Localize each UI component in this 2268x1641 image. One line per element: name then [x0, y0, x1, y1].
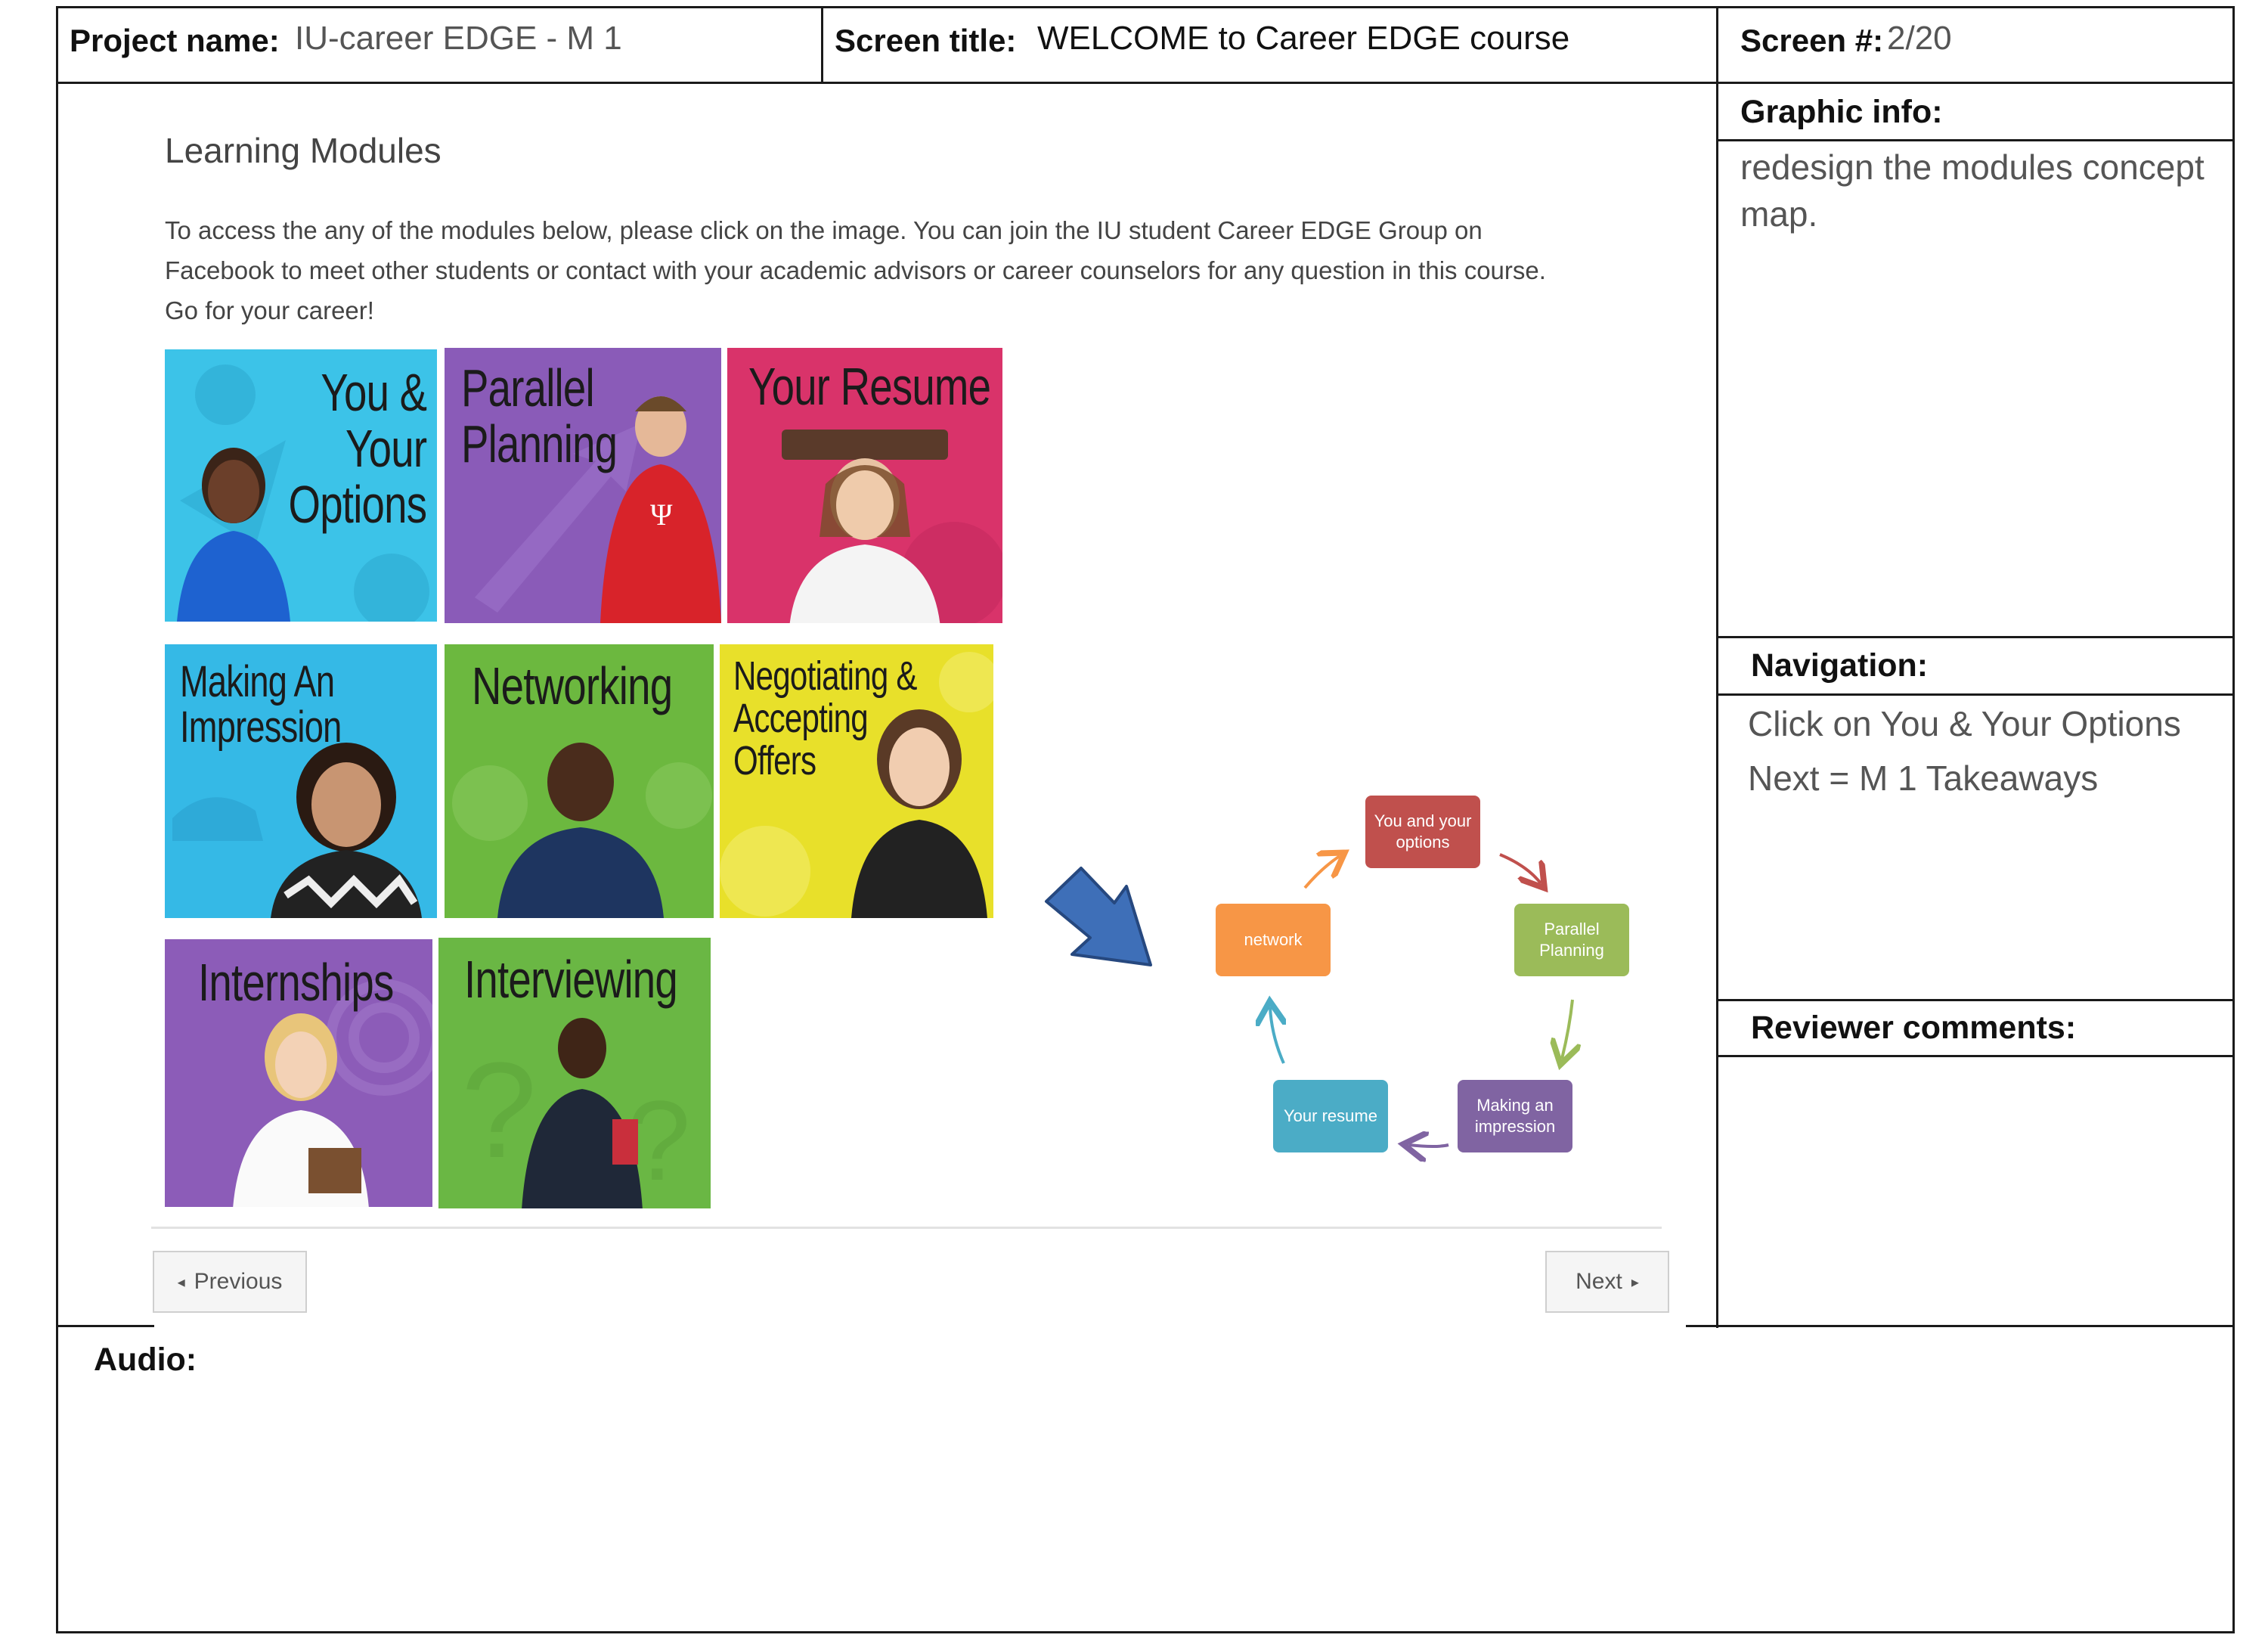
sidebar-divider — [1716, 6, 1718, 1328]
module-tile-internships[interactable]: Internships — [165, 939, 432, 1207]
module-tile-your-resume[interactable]: Your Resume — [727, 348, 1002, 623]
navigation-line-2: Next = M 1 Takeaways — [1748, 758, 2099, 798]
student-photo — [851, 709, 987, 918]
previous-button-label: Previous — [194, 1269, 283, 1294]
graphic-info-rule — [1716, 139, 2235, 141]
next-button[interactable]: Next ▸ — [1545, 1251, 1669, 1313]
page-title: Learning Modules — [165, 131, 442, 170]
tile-title: Networking — [472, 656, 673, 715]
navigation-top-rule — [1716, 636, 2235, 638]
tile-title-line: Making An — [180, 657, 335, 706]
tile-title-line: You & — [321, 363, 427, 422]
tile-title: Internships — [198, 954, 394, 1010]
project-name-label: Project name: — [70, 23, 280, 58]
student-photo: Ψ — [600, 396, 721, 623]
module-tile-networking[interactable]: Networking — [445, 644, 714, 918]
audio-title: Audio: — [94, 1342, 197, 1378]
student-photo — [782, 430, 948, 623]
navigation-title: Navigation: — [1751, 647, 1929, 684]
module-tile-parallel-planning[interactable]: Parallel Planning Ψ — [445, 348, 721, 623]
module-tile-interviewing[interactable]: ?? Interviewing — [438, 938, 711, 1208]
intro-line-1: To access the any of the modules below, … — [165, 216, 1483, 244]
reviewer-top-rule — [1716, 999, 2235, 1001]
graphic-info-text: redesign the modules concept map. — [1740, 147, 2204, 234]
screen-number-label: Screen #: — [1740, 23, 1884, 58]
caret-right-icon: ▸ — [1631, 1273, 1639, 1291]
module-tile-making-an-impression[interactable]: Making An Impression — [165, 644, 437, 918]
navigation-title-rule — [1716, 693, 2235, 696]
arrow-options-to-planning — [1499, 853, 1541, 883]
reviewer-comments-title: Reviewer comments: — [1751, 1010, 2077, 1046]
tile-title-line: Your — [345, 419, 427, 478]
audio-top-rule-right — [1686, 1325, 2235, 1327]
big-arrow-icon — [1045, 867, 1152, 966]
audio-top-rule-left — [56, 1325, 154, 1327]
student-photo — [271, 743, 422, 918]
intro-text: To access the any of the modules below, … — [165, 210, 1647, 330]
tile-title: Your Resume — [748, 357, 991, 416]
navigation-line-1: Click on You & Your Options — [1748, 704, 2181, 743]
screen-title-label: Screen title: — [835, 23, 1017, 58]
concept-cycle-arrows — [1179, 786, 1709, 1210]
screen-title-value: WELCOME to Career EDGE course — [1037, 20, 1570, 57]
header-divider-1 — [821, 6, 823, 83]
graphic-info-title: Graphic info: — [1740, 94, 1943, 130]
arrow-resume-to-network — [1270, 1007, 1284, 1064]
tile-title: You & Your Options — [288, 364, 426, 532]
tile-title-line: Networking — [472, 656, 673, 715]
student-photo — [497, 743, 664, 918]
header-bottom-rule — [56, 82, 2235, 84]
student-photo — [522, 1018, 643, 1208]
module-tile-you-your-options[interactable]: You & Your Options — [165, 349, 437, 622]
tile-title: Interviewing — [464, 950, 678, 1009]
tile-title-line: Interviewing — [464, 950, 678, 1009]
intro-line-2: Facebook to meet other students or conta… — [165, 256, 1546, 284]
module-tile-negotiating-accepting-offers[interactable]: Negotiating & Accepting Offers — [720, 644, 993, 918]
tile-title-line: Options — [288, 475, 426, 534]
previous-button[interactable]: ◂ Previous — [153, 1251, 307, 1313]
next-button-label: Next — [1576, 1269, 1622, 1294]
tile-title-line: Internships — [198, 953, 394, 1012]
arrow-planning-to-impression — [1562, 999, 1572, 1059]
intro-line-3: Go for your career! — [165, 296, 374, 324]
student-photo — [233, 1013, 369, 1207]
content-divider — [151, 1227, 1662, 1229]
arrow-network-to-options — [1303, 856, 1340, 889]
tile-title-line: Your Resume — [748, 357, 991, 416]
student-photo — [177, 448, 290, 622]
project-name-value: IU-career EDGE - M 1 — [295, 20, 622, 57]
iu-logo: Ψ — [650, 498, 673, 532]
arrow-impression-to-resume — [1409, 1145, 1449, 1146]
caret-left-icon: ◂ — [177, 1273, 185, 1291]
screen-number-value: 2/20 — [1887, 20, 1952, 57]
reviewer-title-rule — [1716, 1055, 2235, 1057]
